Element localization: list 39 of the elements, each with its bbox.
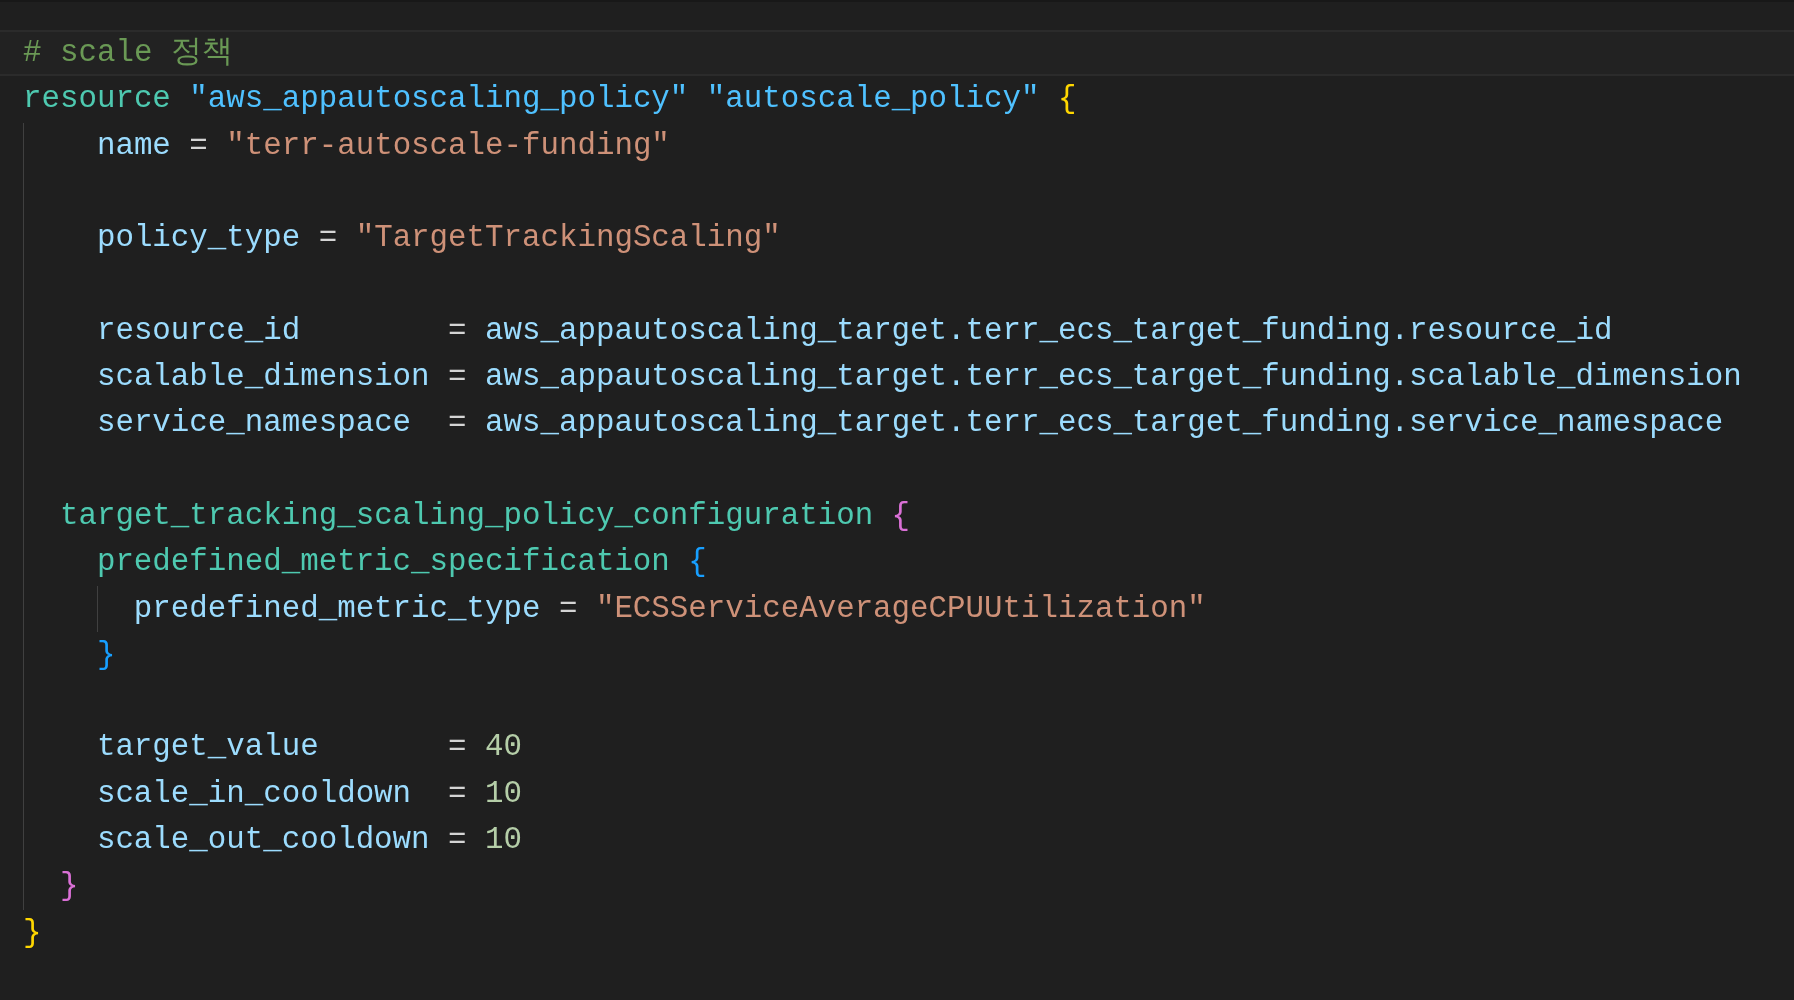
code-keyword: resource bbox=[23, 81, 171, 117]
code-bracket: } bbox=[96, 636, 116, 672]
code-reference: aws_appautoscaling_target.terr_ecs_target_funding.scalable_dimension bbox=[485, 359, 1742, 395]
code-string: "terr-autoscale-funding" bbox=[226, 127, 670, 163]
code-property: service_namespace bbox=[95, 405, 412, 441]
code-property: predefined_metric_type bbox=[133, 590, 541, 626]
code-bracket: } bbox=[23, 914, 42, 950]
code-operator: = bbox=[447, 729, 468, 765]
code-number: 10 bbox=[485, 822, 522, 858]
code-operator: = bbox=[188, 127, 209, 163]
code-string: "autoscale_policy" bbox=[705, 81, 1040, 117]
code-string: "aws_appautoscaling_policy" bbox=[188, 81, 689, 117]
code-property: name bbox=[95, 127, 171, 163]
code-property: scale_out_cooldown bbox=[96, 822, 430, 858]
code-number: 10 bbox=[485, 775, 522, 811]
code-operator: = bbox=[447, 775, 468, 811]
code-operator: = bbox=[557, 590, 579, 626]
code-keyword: predefined_metric_specification bbox=[96, 544, 670, 580]
code-string: "TargetTrackingScaling" bbox=[355, 220, 781, 256]
code-operator: = bbox=[447, 359, 468, 395]
code-property: target_value bbox=[96, 729, 319, 765]
code-bracket: } bbox=[59, 868, 79, 904]
code-bracket: { bbox=[890, 497, 911, 533]
code-property: scale_in_cooldown bbox=[96, 775, 412, 811]
code-property: resource_id bbox=[95, 312, 301, 348]
code-string: "ECSServiceAverageCPUUtilization" bbox=[595, 590, 1206, 626]
code-keyword: target_tracking_scaling_policy_configuration bbox=[59, 497, 874, 533]
code-reference: aws_appautoscaling_target.terr_ecs_target_funding.resource_id bbox=[485, 312, 1613, 348]
code-operator: = bbox=[447, 822, 468, 858]
code-bracket: { bbox=[687, 544, 707, 580]
code-reference: aws_appautoscaling_target.terr_ecs_target_funding.service_namespace bbox=[485, 405, 1724, 441]
code-operator: = bbox=[447, 405, 468, 441]
code-comment: # scale 정책 bbox=[23, 35, 233, 70]
code-operator: = bbox=[317, 220, 339, 256]
code-bracket: { bbox=[1056, 81, 1077, 117]
code-property: policy_type bbox=[95, 220, 301, 256]
code-operator: = bbox=[447, 312, 468, 348]
code-number: 40 bbox=[485, 729, 522, 765]
code-property: scalable_dimension bbox=[95, 359, 430, 395]
